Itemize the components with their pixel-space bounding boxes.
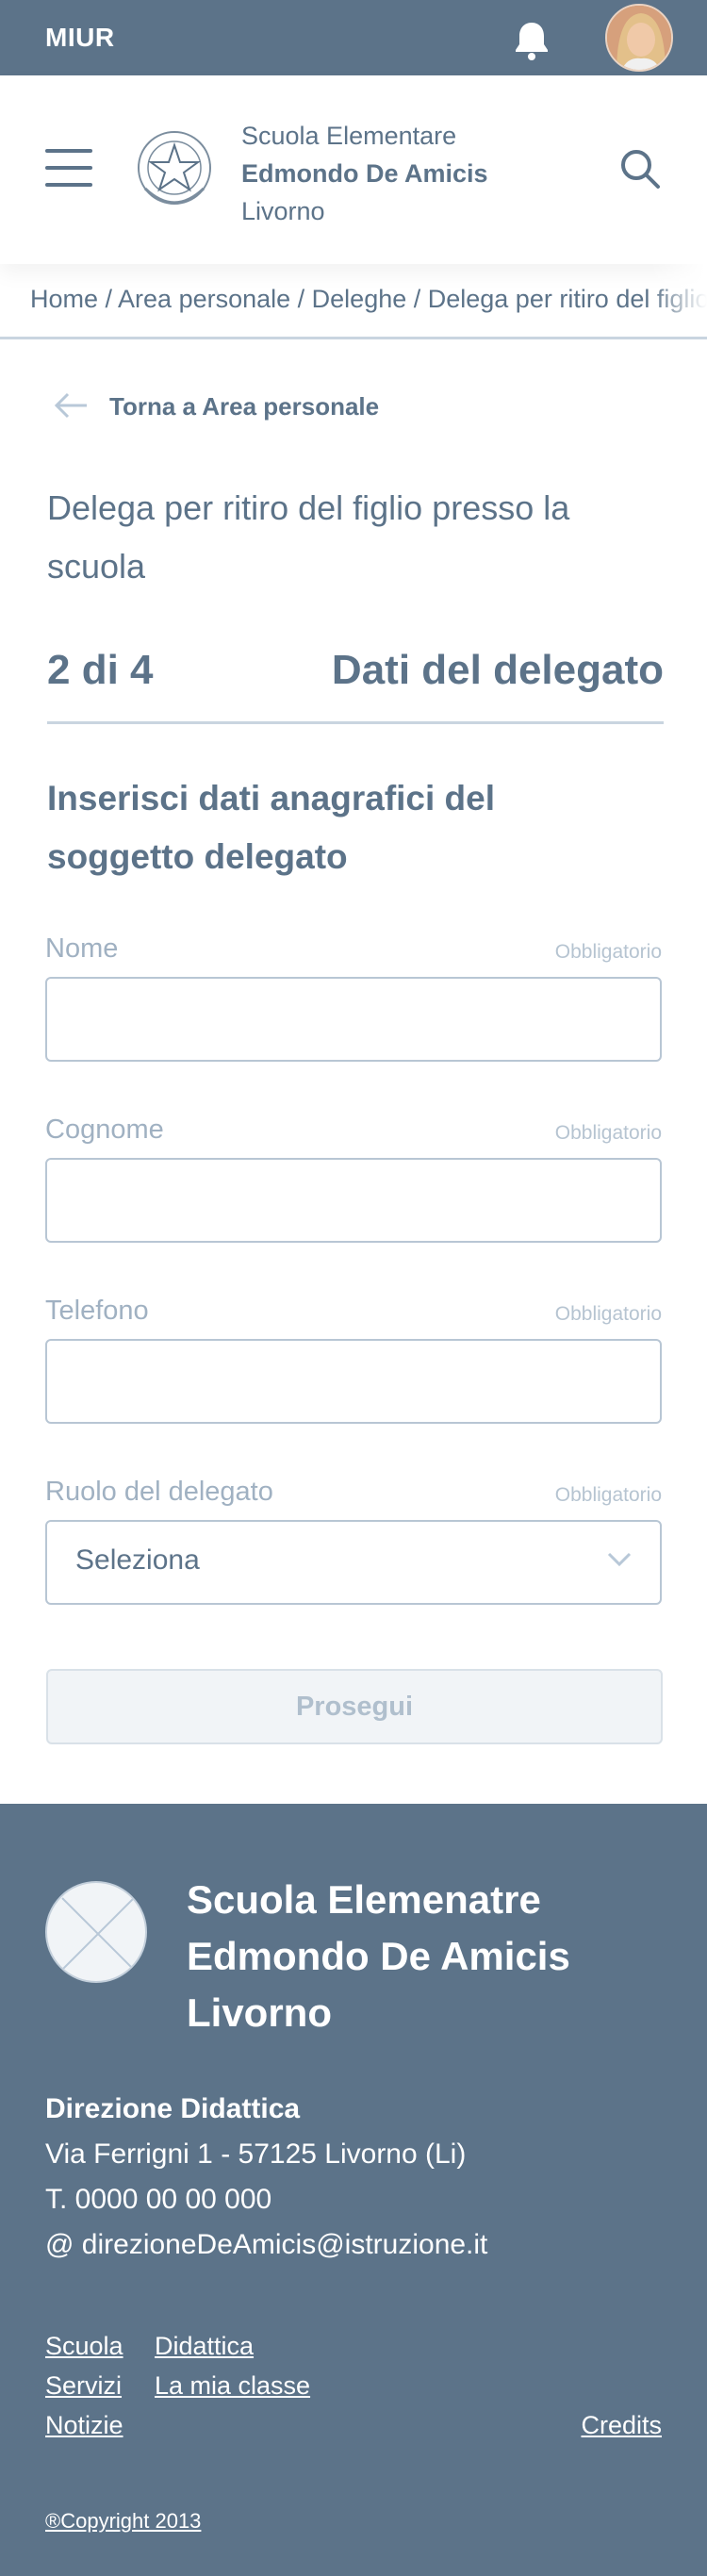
footer-address: Via Ferrigni 1 - 57125 Livorno (Li) — [45, 2138, 467, 2170]
phone-input[interactable] — [47, 1341, 660, 1422]
delegate-role-label: Ruolo del delegato — [45, 1477, 273, 1507]
copyright[interactable]: ®Copyright 2013 — [45, 2509, 201, 2534]
hamburger-icon[interactable] — [45, 149, 92, 187]
last-name-label: Cognome — [45, 1115, 164, 1145]
school-name[interactable]: Scuola Elementare Edmondo De Amicis Livo… — [241, 117, 488, 230]
italian-republic-emblem-icon — [138, 131, 211, 205]
footer-phone: T. 0000 00 00 000 — [45, 2184, 272, 2215]
user-avatar[interactable] — [605, 4, 673, 72]
footer-school-line-1: Scuola Elemenatre — [187, 1877, 541, 1922]
bell-icon[interactable] — [509, 17, 554, 62]
required-label: Obbligatorio — [554, 1303, 662, 1325]
footer-school-line-2: Edmondo De Amicis — [187, 1934, 570, 1978]
avatar-icon — [607, 6, 671, 70]
back-link-label: Torna a Area personale — [109, 392, 380, 421]
breadcrumb-trail[interactable]: Home / Area personale / Deleghe / Delega… — [30, 285, 707, 314]
required-label: Obbligatorio — [554, 1484, 662, 1506]
step-indicator: 2 di 4 Dati del delegato — [47, 641, 664, 724]
footer-school-line-3: Livorno — [187, 1990, 332, 2035]
first-name-label: Nome — [45, 933, 119, 964]
top-bar: MIUR — [0, 0, 707, 75]
footer-link-notizie[interactable]: Notizie — [45, 2411, 123, 2440]
footer-logo-placeholder-icon — [45, 1881, 147, 1983]
step-title: Dati del delegato — [331, 647, 664, 693]
footer-school-name: Scuola Elemenatre Edmondo De Amicis Livo… — [187, 1872, 677, 2041]
school-line-1: Scuola Elementare — [241, 122, 457, 150]
footer-link-credits[interactable]: Credits — [581, 2411, 662, 2440]
search-icon[interactable] — [618, 147, 662, 190]
delegate-role-select[interactable]: Seleziona — [45, 1520, 662, 1605]
first-name-input[interactable] — [47, 979, 660, 1060]
footer-link-didattica[interactable]: Didattica — [155, 2332, 254, 2361]
school-line-2: Edmondo De Amicis — [241, 159, 488, 188]
select-value: Seleziona — [75, 1544, 200, 1576]
page-title: Delega per ritiro del figlio presso la s… — [47, 488, 570, 586]
footer-link-scuola[interactable]: Scuola — [45, 2332, 123, 2361]
proceed-button[interactable]: Prosegui — [46, 1669, 663, 1744]
footer-link-servizi[interactable]: Servizi — [45, 2371, 122, 2401]
footer-link-la-mia-classe[interactable]: La mia classe — [155, 2371, 310, 2401]
breadcrumb: Home / Area personale / Deleghe / Delega… — [0, 264, 707, 339]
site-header: Scuola Elementare Edmondo De Amicis Livo… — [0, 75, 707, 264]
required-label: Obbligatorio — [554, 1122, 662, 1144]
brand-label[interactable]: MIUR — [45, 23, 115, 53]
form-subtitle: Inserisci dati anagrafici del soggetto d… — [47, 779, 496, 876]
required-label: Obbligatorio — [554, 941, 662, 963]
step-number: 2 di 4 — [47, 647, 154, 693]
footer-direction: Direzione Didattica — [45, 2093, 301, 2124]
phone-label: Telefono — [45, 1296, 149, 1326]
footer-email[interactable]: @ direzioneDeAmicis@istruzione.it — [45, 2222, 487, 2268]
school-line-3: Livorno — [241, 197, 325, 225]
site-footer: Scuola Elemenatre Edmondo De Amicis Livo… — [0, 1804, 707, 2576]
chevron-down-icon — [607, 1552, 632, 1567]
last-name-input[interactable] — [47, 1160, 660, 1241]
arrow-left-icon — [54, 392, 87, 419]
footer-contacts: Direzione Didattica Via Ferrigni 1 - 571… — [45, 2087, 487, 2268]
